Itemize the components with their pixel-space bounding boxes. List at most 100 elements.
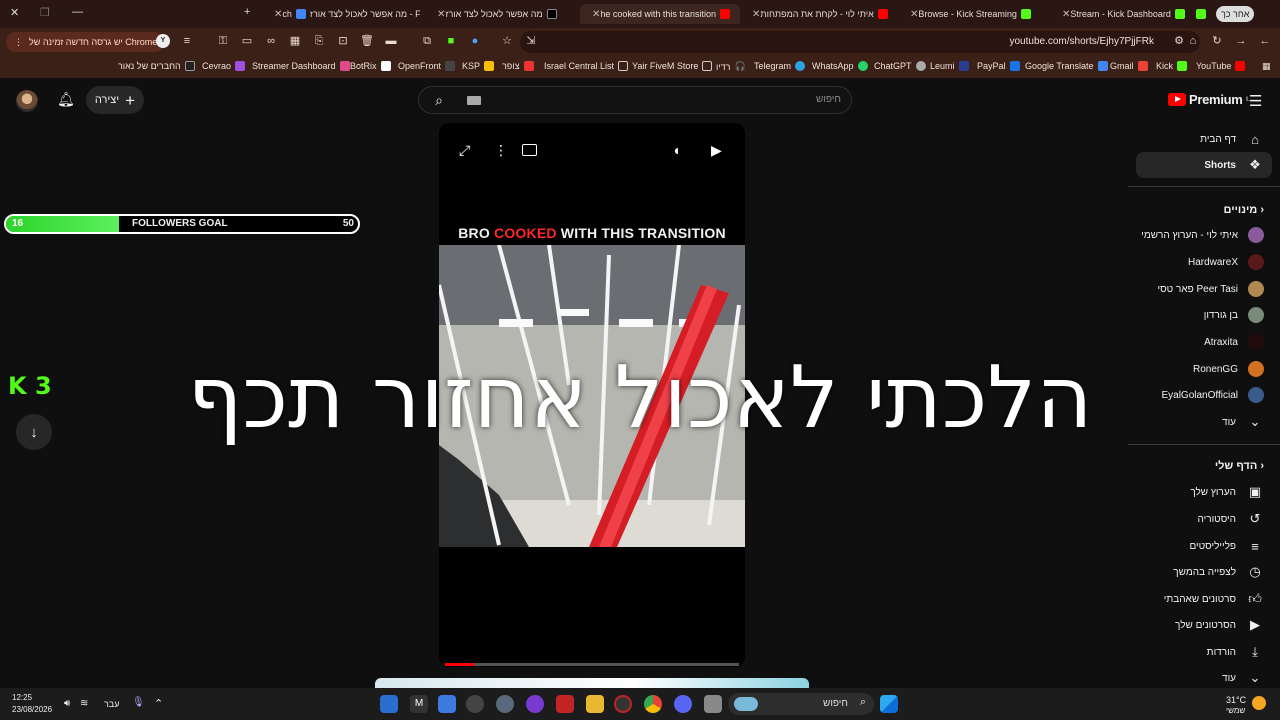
file-explorer-icon[interactable] bbox=[586, 695, 604, 713]
sidebar-item-subscription[interactable]: פאר טסי Peer Tasi bbox=[1136, 276, 1272, 302]
clipboard-icon[interactable]: ▭ bbox=[240, 34, 254, 48]
update-chrome-button[interactable]: ⋮ יש גרסה חדשה זמינה של Chrome bbox=[6, 32, 166, 52]
notifications-bell-icon[interactable]: 🔔︎ bbox=[57, 91, 75, 108]
bookmark-item[interactable]: Cevrao bbox=[202, 61, 246, 71]
subscriptions-header[interactable]: מינויים › bbox=[1224, 204, 1264, 216]
bookmark-item[interactable]: KSP bbox=[462, 61, 495, 71]
bookmark-item[interactable]: Yair FiveM Store bbox=[632, 61, 713, 71]
avatar[interactable] bbox=[16, 90, 38, 112]
sidebar-item-shorts[interactable]: Shorts ❖ bbox=[1136, 152, 1272, 178]
sidebar-item-playlists[interactable]: פלייליסטים ≡ bbox=[1136, 533, 1272, 559]
clock-time[interactable]: 12:25 bbox=[12, 693, 32, 702]
sidebar-item-subscription[interactable]: HardwareX bbox=[1136, 249, 1272, 275]
bookmark-item[interactable]: PayPal bbox=[977, 61, 1020, 71]
microphone-icon[interactable]: 🎙︎ bbox=[132, 697, 145, 708]
game-app-icon[interactable] bbox=[614, 695, 632, 713]
key-icon[interactable]: ⚿ bbox=[216, 34, 230, 48]
sidebar-item-liked[interactable]: סרטונים שאהבתי 👍︎ bbox=[1136, 586, 1272, 612]
windows-start-icon[interactable] bbox=[880, 695, 898, 713]
fullscreen-icon[interactable]: ⤢ bbox=[459, 142, 470, 159]
bookmark-item[interactable]: רדיו 🎧 bbox=[716, 61, 746, 72]
search-input[interactable]: חיפוש bbox=[816, 94, 841, 105]
browser-tab-active[interactable]: ✕ he cooked with this transition bbox=[580, 4, 740, 24]
maps-app-icon[interactable] bbox=[466, 695, 484, 713]
sidebar-item-downloads[interactable]: הורדות ⤓ bbox=[1136, 639, 1272, 665]
browser-tab[interactable]: ✕ איתי לוי - לקחת את המפתחות bbox=[740, 4, 896, 24]
bookmark-item[interactable]: Israel Central List bbox=[544, 61, 629, 71]
sidebar-item-your-channel[interactable]: הערוץ שלך ▣ bbox=[1136, 479, 1272, 505]
sidebar-item-history[interactable]: היסטוריה ↺ bbox=[1136, 506, 1272, 532]
home-browser-icon[interactable]: ⌂ bbox=[1186, 34, 1200, 48]
close-tab-icon[interactable]: ✕ bbox=[592, 9, 600, 20]
close-window-icon[interactable]: ✕ bbox=[10, 6, 19, 19]
translate-icon[interactable]: ⎘ bbox=[312, 34, 326, 48]
search-icon[interactable]: ⌕ bbox=[419, 87, 459, 113]
sidebar-item-home[interactable]: דף הבית ⌂ bbox=[1136, 126, 1272, 152]
bookmark-star-icon[interactable]: ☆ bbox=[500, 34, 514, 48]
discord-app-icon[interactable] bbox=[674, 695, 692, 713]
forward-icon[interactable]: → bbox=[1234, 34, 1248, 48]
bookmark-item[interactable]: Telegram bbox=[754, 61, 806, 71]
language-indicator[interactable]: עבר bbox=[104, 699, 119, 709]
back-icon[interactable]: ← bbox=[1258, 34, 1272, 48]
extension-icon[interactable]: Y bbox=[156, 34, 170, 48]
chrome-app-icon[interactable] bbox=[644, 695, 662, 713]
bookmark-item[interactable]: Streamer Dashboard bbox=[252, 61, 350, 71]
sidebar-item-watch-later[interactable]: לצפייה בהמשך ◷ bbox=[1136, 559, 1272, 585]
bookmark-item[interactable]: צופר bbox=[502, 61, 534, 71]
blue-ext-icon[interactable]: ● bbox=[468, 34, 482, 48]
messenger-app-icon[interactable] bbox=[526, 695, 544, 713]
bookmark-item[interactable]: OpenFront bbox=[398, 61, 456, 71]
photos-app-icon[interactable] bbox=[380, 695, 398, 713]
window-app-icon[interactable] bbox=[704, 695, 722, 713]
screenshot-icon[interactable]: ⊡ bbox=[336, 34, 350, 48]
grid-icon[interactable]: ▦ bbox=[288, 34, 302, 48]
wifi-icon[interactable]: ≋ bbox=[80, 698, 88, 709]
reading-list-icon[interactable]: ≡ bbox=[180, 34, 194, 48]
sidebar-item-subscription[interactable]: בן גורדון bbox=[1136, 302, 1272, 328]
browser-tab[interactable]: ✕ Stream - Kick Dashboard bbox=[1050, 4, 1208, 24]
reload-icon[interactable]: ↻ bbox=[1210, 34, 1224, 48]
speaker-icon[interactable]: 🔊︎ bbox=[64, 698, 70, 709]
address-bar[interactable]: ☆ ⇲ youtube.com/shorts/Ejhy7PjjFRk ⚙ bbox=[502, 31, 1200, 53]
youtube-premium-logo[interactable]: Premium IL bbox=[1168, 92, 1250, 107]
bookmark-item[interactable]: Google Translate bbox=[1025, 61, 1108, 71]
bookmark-item[interactable]: YouTube bbox=[1196, 61, 1246, 71]
close-tab-icon[interactable]: ✕ bbox=[274, 9, 282, 20]
bookmark-item[interactable]: BotRix bbox=[350, 61, 391, 71]
chevron-up-icon[interactable]: ⌃ bbox=[154, 697, 163, 710]
apps-grid-icon[interactable]: ▦ bbox=[1262, 61, 1271, 72]
create-button[interactable]: יצירה + bbox=[86, 86, 144, 114]
weather-desc[interactable]: שמשי bbox=[1226, 706, 1245, 715]
media-app-icon[interactable] bbox=[556, 695, 574, 713]
menu-icon[interactable]: ☰ bbox=[1249, 92, 1262, 110]
minimize-icon[interactable]: — bbox=[72, 6, 83, 18]
mail-app-icon[interactable]: M bbox=[410, 695, 428, 713]
bookmark-item[interactable]: Leumi bbox=[930, 61, 969, 71]
weather-temp[interactable]: 31°C bbox=[1226, 695, 1246, 705]
volume-icon[interactable]: ◖ bbox=[672, 142, 680, 158]
captions-icon[interactable]: cc bbox=[522, 144, 537, 156]
site-info-icon[interactable]: ⚙ bbox=[1172, 34, 1186, 48]
sidebar-item-subscription[interactable]: איתי לוי - הערוץ הרשמי bbox=[1136, 222, 1272, 248]
browser-tab[interactable]: ✕chמה אפשר לאכול לצד אורז - Find bbox=[262, 4, 420, 24]
search-box[interactable]: ⌕ חיפוש bbox=[418, 86, 852, 114]
settings-app-icon[interactable] bbox=[496, 695, 514, 713]
bookmark-item[interactable]: Gmail bbox=[1110, 61, 1148, 71]
close-tab-icon[interactable]: ✕ bbox=[752, 9, 760, 20]
browser-tab[interactable]: ✕ Browse - Kick Streaming bbox=[898, 4, 1048, 24]
close-tab-icon[interactable]: ✕ bbox=[437, 9, 445, 20]
keyboard-icon[interactable] bbox=[467, 96, 481, 105]
bookmark-item[interactable]: WhatsApp bbox=[812, 61, 868, 71]
kick-ext-icon[interactable]: ■ bbox=[444, 34, 458, 48]
new-tab-icon[interactable]: + bbox=[244, 6, 250, 18]
close-tab-icon[interactable]: ✕ bbox=[1062, 9, 1070, 20]
calculator-app-icon[interactable] bbox=[438, 695, 456, 713]
taskbar-search[interactable]: חיפוש ⌕ bbox=[728, 693, 874, 715]
next-short-preview[interactable] bbox=[375, 678, 809, 688]
close-tab-icon[interactable]: ✕ bbox=[910, 9, 918, 20]
install-icon[interactable]: ⇲ bbox=[524, 34, 538, 48]
sidebar-item-your-videos[interactable]: הסרטונים שלך ▶ bbox=[1136, 612, 1272, 638]
video-progress-bar[interactable] bbox=[445, 663, 739, 666]
maximize-icon[interactable]: ❐ bbox=[40, 6, 50, 19]
